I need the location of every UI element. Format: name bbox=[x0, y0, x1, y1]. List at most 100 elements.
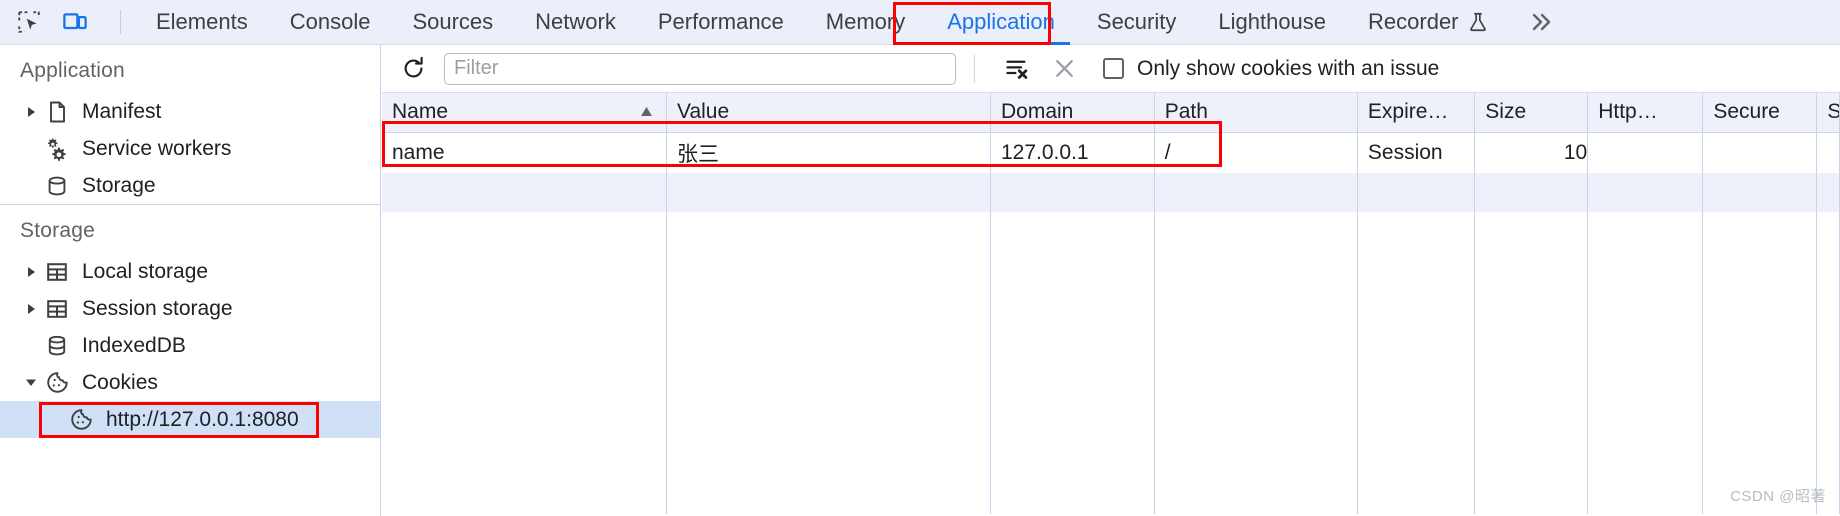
sidebar-item-label: Service workers bbox=[82, 136, 232, 160]
column-header-http[interactable]: Http… bbox=[1587, 93, 1704, 133]
column-header-size[interactable]: Size bbox=[1474, 93, 1589, 133]
sidebar-item-session-storage[interactable]: Session storage bbox=[0, 290, 380, 327]
sidebar-item-label: Local storage bbox=[82, 259, 209, 283]
cell-domain: 127.0.0.1 bbox=[990, 132, 1155, 173]
tab-sources[interactable]: Sources bbox=[391, 0, 514, 45]
cell-value: 张三 bbox=[666, 132, 991, 173]
tab-console[interactable]: Console bbox=[269, 0, 392, 45]
column-header-expire[interactable]: Expire… bbox=[1357, 93, 1476, 133]
tab-network[interactable]: Network bbox=[514, 0, 637, 45]
more-tabs-chevron-icon[interactable] bbox=[1510, 11, 1580, 33]
column-header-name[interactable]: Name bbox=[382, 93, 667, 133]
flask-icon bbox=[1467, 11, 1489, 33]
chevron-down-icon[interactable] bbox=[20, 376, 42, 389]
tab-label: Elements bbox=[156, 9, 248, 34]
cookies-table-container: Name Value Domain Path Expire… Size Http… Secur… bbox=[382, 93, 1840, 516]
chevron-right-icon[interactable] bbox=[20, 105, 42, 119]
cell-name: name bbox=[382, 132, 667, 173]
sort-ascending-icon bbox=[639, 100, 654, 124]
document-icon bbox=[42, 100, 72, 124]
cell-samesite bbox=[1816, 132, 1840, 173]
column-header-s[interactable]: S bbox=[1816, 93, 1840, 133]
delete-selected-cookie-icon[interactable] bbox=[1047, 52, 1081, 86]
sidebar-item-indexeddb[interactable]: IndexedDB bbox=[0, 327, 380, 364]
sidebar-item-cookies[interactable]: Cookies bbox=[0, 364, 380, 401]
cell-empty bbox=[1474, 173, 1589, 212]
column-header-label: Path bbox=[1164, 100, 1208, 124]
cell-secure bbox=[1702, 132, 1818, 173]
device-toolbar-icon[interactable] bbox=[60, 7, 90, 37]
cell-empty bbox=[1702, 173, 1818, 212]
only-issues-checkbox-row[interactable]: Only show cookies with an issue bbox=[1103, 57, 1439, 81]
sidebar-item-label: Session storage bbox=[82, 296, 233, 320]
cookies-filter-toolbar: Only show cookies with an issue bbox=[382, 45, 1840, 93]
sidebar-item-local-storage[interactable]: Local storage bbox=[0, 253, 380, 290]
sidebar-item-label: http://127.0.0.1:8080 bbox=[106, 407, 299, 431]
toolbar-divider bbox=[120, 10, 121, 34]
clear-all-cookies-icon[interactable] bbox=[999, 52, 1033, 86]
tab-recorder[interactable]: Recorder bbox=[1347, 0, 1509, 45]
column-header-label: Value bbox=[677, 100, 730, 124]
chevron-right-icon[interactable] bbox=[20, 265, 42, 279]
tab-label: Console bbox=[289, 9, 371, 34]
cell-empty bbox=[382, 173, 667, 212]
filter-input[interactable] bbox=[444, 52, 956, 85]
tab-application[interactable]: Application bbox=[926, 0, 1076, 45]
column-header-label: Domain bbox=[1001, 100, 1074, 124]
sidebar-item-service-workers[interactable]: Service workers bbox=[0, 130, 380, 167]
application-sidebar: Application Manifest Service workers Storag… bbox=[0, 45, 381, 516]
watermark: CSDN @昭著 bbox=[1730, 488, 1826, 505]
table-row[interactable]: name 张三 127.0.0.1/Session 10 bbox=[382, 132, 1840, 173]
cell-empty bbox=[666, 212, 991, 514]
refresh-icon[interactable] bbox=[396, 52, 430, 86]
table-filler-row bbox=[382, 212, 1840, 514]
cell-empty bbox=[990, 173, 1155, 212]
cell-empty bbox=[1816, 212, 1840, 514]
chevron-right-icon[interactable] bbox=[20, 302, 42, 316]
only-issues-label: Only show cookies with an issue bbox=[1137, 56, 1440, 80]
cell-empty bbox=[382, 212, 667, 514]
cell-empty bbox=[1357, 173, 1476, 212]
sidebar-item-label: IndexedDB bbox=[82, 333, 186, 357]
tab-performance[interactable]: Performance bbox=[637, 0, 805, 45]
tab-lighthouse[interactable]: Lighthouse bbox=[1197, 0, 1347, 45]
toolbar-icon-group bbox=[0, 0, 135, 44]
database-icon bbox=[42, 174, 72, 198]
column-header-label: Size bbox=[1485, 100, 1527, 124]
column-header-path[interactable]: Path bbox=[1154, 93, 1358, 133]
sidebar-item-label: Cookies bbox=[82, 370, 158, 394]
column-header-label: Http… bbox=[1598, 100, 1658, 124]
cell-size: 10 bbox=[1474, 132, 1589, 173]
column-header-secure[interactable]: Secure bbox=[1702, 93, 1818, 133]
devtools-tab-bar: Elements Console Sources Network Performance… bbox=[0, 0, 1840, 45]
tab-label: Sources bbox=[412, 9, 494, 34]
sidebar-group-application: Application Manifest Service workers Storag… bbox=[0, 45, 380, 204]
only-issues-checkbox[interactable] bbox=[1103, 58, 1124, 79]
sidebar-item-label: Manifest bbox=[82, 99, 162, 123]
cell-empty bbox=[1154, 173, 1358, 212]
tab-label: Memory bbox=[825, 9, 906, 34]
stacked-database-icon bbox=[42, 334, 72, 358]
cell-httponly bbox=[1587, 132, 1704, 173]
tab-label: Recorder bbox=[1368, 9, 1459, 34]
sidebar-item-http-127-0-0-1-8080[interactable]: http://127.0.0.1:8080 bbox=[0, 401, 380, 438]
inspect-element-icon[interactable] bbox=[14, 7, 44, 37]
tab-security[interactable]: Security bbox=[1076, 0, 1197, 45]
tab-memory[interactable]: Memory bbox=[805, 0, 926, 45]
column-header-domain[interactable]: Domain bbox=[990, 93, 1155, 133]
cell-path: / bbox=[1154, 132, 1358, 173]
table-empty-row bbox=[382, 173, 1840, 212]
cell-expires: Session bbox=[1357, 132, 1476, 173]
cell-empty bbox=[1474, 212, 1589, 514]
column-header-value[interactable]: Value bbox=[666, 93, 991, 133]
tab-label: Network bbox=[535, 9, 616, 34]
cookie-icon bbox=[42, 370, 72, 395]
sidebar-item-manifest[interactable]: Manifest bbox=[0, 93, 380, 130]
table-icon bbox=[42, 297, 72, 321]
sidebar-item-storage[interactable]: Storage bbox=[0, 167, 380, 204]
tab-elements[interactable]: Elements bbox=[135, 0, 269, 45]
cell-empty bbox=[1587, 212, 1704, 514]
cell-empty bbox=[1154, 212, 1358, 514]
cell-empty bbox=[1357, 212, 1476, 514]
cell-empty bbox=[1702, 212, 1818, 514]
